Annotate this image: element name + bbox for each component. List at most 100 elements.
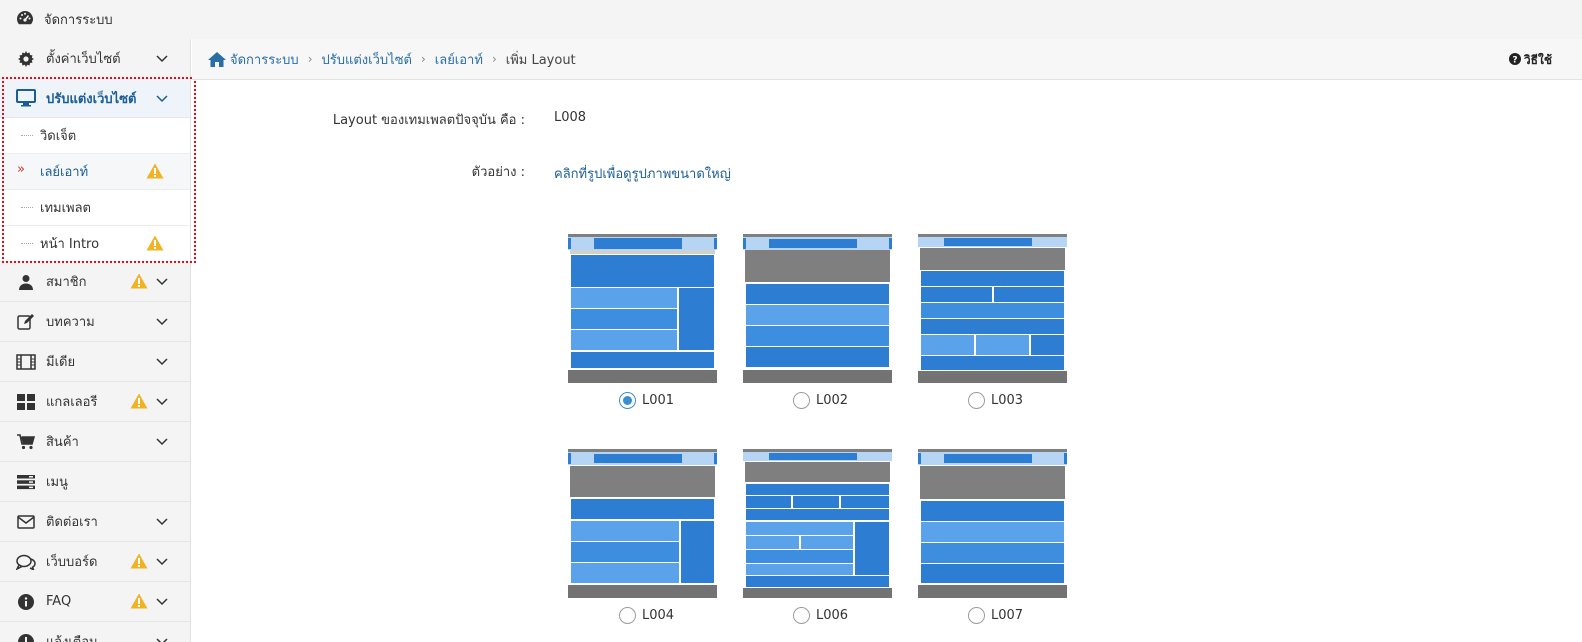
breadcrumb-separator-icon: › <box>491 52 497 66</box>
dashboard-icon[interactable] <box>16 10 34 30</box>
submenu-item-label: วิดเจ็ต <box>40 129 77 144</box>
layout-radio-l003[interactable] <box>968 392 985 409</box>
svg-text:?: ? <box>1512 55 1517 65</box>
sidebar-item-label: แกลเลอรี <box>46 395 98 410</box>
sidebar-item-notifications[interactable]: แจ้งเตือน <box>0 622 190 642</box>
home-icon[interactable] <box>208 51 226 67</box>
tree-connector <box>21 207 33 208</box>
layout-thumbnail-l004[interactable] <box>568 449 717 598</box>
sidebar-item-label: FAQ <box>46 594 72 609</box>
help-label: วิธีใช้ <box>1523 53 1552 67</box>
sidebar-item-members[interactable]: สมาชิก <box>0 262 190 302</box>
gear-icon <box>16 49 36 69</box>
submenu-item-layout[interactable]: » เลย์เอาท์ <box>0 154 190 190</box>
submenu-item-label: เทมเพลต <box>40 201 92 216</box>
sidebar-item-label: มีเดีย <box>46 355 76 370</box>
submenu-item-label: หน้า Intro <box>40 237 100 252</box>
layout-radio-l001[interactable] <box>619 392 636 409</box>
sidebar-item-site-settings[interactable]: ตั้งค่าเว็บไซต์ <box>0 39 190 79</box>
layout-option-label: L001 <box>642 393 675 408</box>
sidebar-item-label: ตั้งค่าเว็บไซต์ <box>46 52 121 67</box>
layout-thumbnail-l007[interactable] <box>918 449 1067 598</box>
layout-option-l001[interactable]: L001 <box>619 392 674 409</box>
breadcrumb: จัดการระบบ › ปรับแต่งเว็บไซต์ › เลย์เอาท… <box>192 39 1582 80</box>
chevron-down-icon <box>156 315 168 330</box>
sidebar-item-webboard[interactable]: เว็บบอร์ด <box>0 542 190 582</box>
edit-icon <box>16 312 36 332</box>
sidebar-item-articles[interactable]: บทความ <box>0 302 190 342</box>
grid-icon <box>16 392 36 412</box>
warning-icon <box>146 235 164 255</box>
sidebar-item-customize[interactable]: ปรับแต่งเว็บไซต์ <box>0 79 190 118</box>
layout-thumbnail-l006[interactable] <box>743 449 892 598</box>
chevron-down-icon <box>156 595 168 610</box>
layout-option-l004[interactable]: L004 <box>619 607 674 624</box>
chat-icon <box>16 552 36 572</box>
layout-option-label: L003 <box>991 393 1024 408</box>
chevron-down-icon <box>156 635 168 642</box>
layout-option-l002[interactable]: L002 <box>793 392 848 409</box>
layout-radio-l007[interactable] <box>968 607 985 624</box>
help-button[interactable]: ? วิธีใช้ <box>1508 51 1552 70</box>
chevron-down-icon <box>156 92 168 107</box>
sidebar-item-contact[interactable]: ติดต่อเรา <box>0 502 190 542</box>
layout-thumbnail-l002[interactable] <box>743 234 892 383</box>
layout-option-label: L004 <box>642 608 675 623</box>
sidebar-item-faq[interactable]: FAQ <box>0 582 190 622</box>
sidebar-item-label: เว็บบอร์ด <box>46 555 98 570</box>
sidebar-item-media[interactable]: มีเดีย <box>0 342 190 382</box>
warning-icon <box>146 163 164 183</box>
layout-radio-l006[interactable] <box>793 607 810 624</box>
sidebar-item-label: สมาชิก <box>46 275 87 290</box>
envelope-icon <box>16 512 36 532</box>
sidebar-item-gallery[interactable]: แกลเลอรี <box>0 382 190 422</box>
layout-option-l006[interactable]: L006 <box>793 607 848 624</box>
sidebar-item-menu[interactable]: เมนู <box>0 462 190 502</box>
question-icon: ? <box>1508 53 1521 68</box>
enlarge-image-link[interactable]: คลิกที่รูปเพื่อดูรูปภาพขนาดใหญ่ <box>554 163 731 184</box>
sidebar-item-label: ปรับแต่งเว็บไซต์ <box>46 91 137 107</box>
chevron-down-icon <box>156 275 168 290</box>
warning-icon <box>130 553 148 573</box>
submenu-item-label: เลย์เอาท์ <box>40 165 89 180</box>
breadcrumb-item-layout[interactable]: เลย์เอาท์ <box>435 49 483 70</box>
submenu-item-intro[interactable]: หน้า Intro <box>0 226 190 262</box>
chevron-down-icon <box>156 355 168 370</box>
layout-thumbnail-l001[interactable] <box>568 234 717 383</box>
sidebar-item-label: เมนู <box>46 475 68 490</box>
sidebar-item-label: สินค้า <box>46 435 79 450</box>
tree-connector <box>21 135 33 136</box>
breadcrumb-item-admin[interactable]: จัดการระบบ <box>230 49 299 70</box>
breadcrumb-item-add-layout: เพิ่ม Layout <box>505 52 576 68</box>
layout-thumbnail-l003[interactable] <box>918 234 1067 383</box>
layout-option-l007[interactable]: L007 <box>968 607 1023 624</box>
layout-option-label: L002 <box>816 393 849 408</box>
user-icon <box>16 272 36 292</box>
layout-option-label: L007 <box>991 608 1024 623</box>
chevron-down-icon <box>156 395 168 410</box>
film-icon <box>16 352 36 372</box>
layout-radio-l004[interactable] <box>619 607 636 624</box>
submenu-item-widgets[interactable]: วิดเจ็ต <box>0 118 190 154</box>
top-bar: จัดการระบบ <box>0 0 1582 39</box>
sidebar-item-products[interactable]: สินค้า <box>0 422 190 462</box>
breadcrumb-separator-icon: › <box>420 52 426 66</box>
chevron-down-icon <box>156 555 168 570</box>
current-arrow-icon: » <box>17 162 25 177</box>
warning-icon <box>130 393 148 413</box>
current-layout-label: Layout ของเทมเพลตปัจจุบัน คือ : <box>332 113 525 128</box>
submenu-item-templates[interactable]: เทมเพลต <box>0 190 190 226</box>
layout-option-l003[interactable]: L003 <box>968 392 1023 409</box>
info-icon <box>16 592 36 612</box>
breadcrumb-item-customize[interactable]: ปรับแต่งเว็บไซต์ <box>322 49 412 70</box>
monitor-icon <box>16 88 36 108</box>
warning-icon <box>130 273 148 293</box>
sidebar-item-label: บทความ <box>46 315 95 330</box>
chevron-down-icon <box>156 52 168 67</box>
breadcrumb-separator-icon: › <box>307 52 313 66</box>
layout-radio-l002[interactable] <box>793 392 810 409</box>
alert-icon <box>16 632 36 642</box>
layout-option-label: L006 <box>816 608 849 623</box>
tree-connector <box>21 243 33 244</box>
top-bar-title[interactable]: จัดการระบบ <box>44 9 113 30</box>
